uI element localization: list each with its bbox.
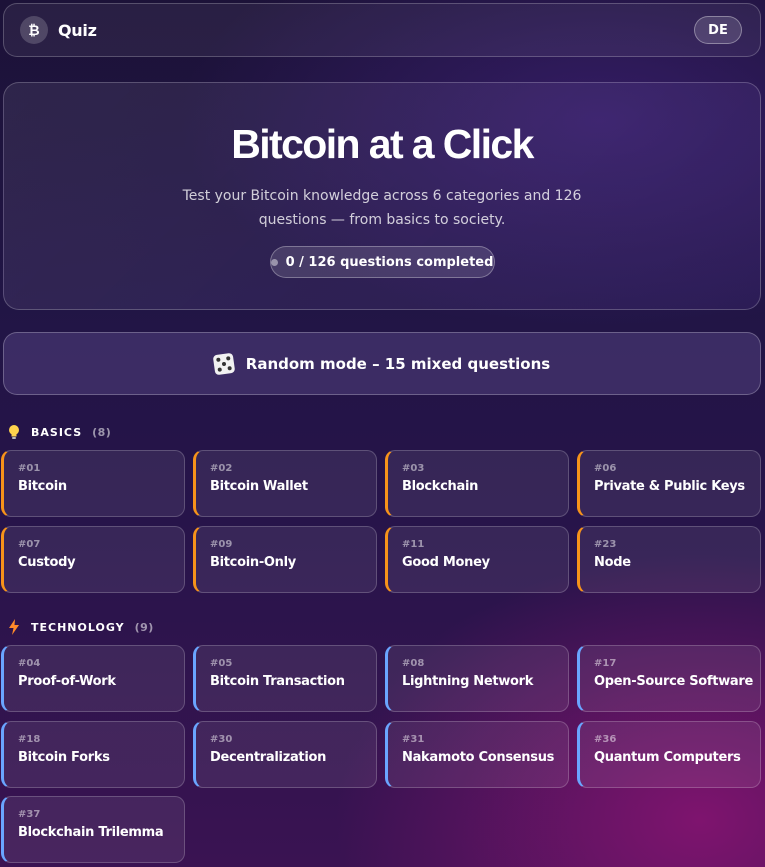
- topic-card[interactable]: #31 Nakamoto Consensus: [385, 721, 569, 788]
- topic-card[interactable]: #30 Decentralization: [193, 721, 377, 788]
- topic-number: #04: [18, 658, 41, 669]
- topic-number: #05: [210, 658, 233, 669]
- topic-card[interactable]: #02 Bitcoin Wallet: [193, 450, 377, 517]
- topic-card[interactable]: #17 Open-Source Software: [577, 645, 761, 712]
- topic-title: Blockchain: [402, 479, 479, 494]
- topic-number: #03: [402, 463, 425, 474]
- topic-card[interactable]: #37 Blockchain Trilemma: [1, 796, 185, 863]
- topic-card[interactable]: #01 Bitcoin: [1, 450, 185, 517]
- topic-title: Quantum Computers: [594, 750, 741, 765]
- topic-number: #37: [18, 809, 41, 820]
- topic-card[interactable]: #23 Node: [577, 526, 761, 593]
- topic-title: Lightning Network: [402, 674, 534, 689]
- progress-dot-icon: [270, 258, 278, 266]
- progress-text: 0 / 126 questions completed: [285, 254, 494, 270]
- random-mode-button[interactable]: Random mode – 15 mixed questions: [3, 332, 761, 395]
- language-toggle-button[interactable]: DE: [694, 16, 742, 44]
- topic-number: #06: [594, 463, 617, 474]
- topic-number: #30: [210, 734, 233, 745]
- topic-title: Nakamoto Consensus: [402, 750, 555, 765]
- category-count: (8): [92, 425, 112, 439]
- topic-card[interactable]: #03 Blockchain: [385, 450, 569, 517]
- topic-card[interactable]: #11 Good Money: [385, 526, 569, 593]
- topic-title: Blockchain Trilemma: [18, 825, 164, 840]
- topic-title: Private & Public Keys: [594, 479, 745, 494]
- topic-title: Decentralization: [210, 750, 327, 765]
- topic-number: #18: [18, 734, 41, 745]
- topic-title: Open-Source Software: [594, 674, 754, 689]
- topic-number: #07: [18, 539, 41, 550]
- category-header-technology: TECHNOLOGY (9): [7, 619, 154, 635]
- topic-number: #23: [594, 539, 617, 550]
- app-title: Quiz: [58, 20, 97, 40]
- topic-number: #36: [594, 734, 617, 745]
- topic-title: Bitcoin Forks: [18, 750, 110, 765]
- topic-title: Bitcoin Transaction: [210, 674, 345, 689]
- category-count: (9): [134, 620, 154, 634]
- top-bar: ₿ Quiz DE: [3, 3, 761, 57]
- topic-title: Custody: [18, 555, 76, 570]
- hero-subtitle: Test your Bitcoin knowledge across 6 cat…: [182, 188, 582, 228]
- topic-title: Node: [594, 555, 631, 570]
- topic-card[interactable]: #09 Bitcoin-Only: [193, 526, 377, 593]
- topic-number: #31: [402, 734, 425, 745]
- topic-number: #11: [402, 539, 425, 550]
- topic-card[interactable]: #05 Bitcoin Transaction: [193, 645, 377, 712]
- topic-card[interactable]: #04 Proof-of-Work: [1, 645, 185, 712]
- topic-number: #17: [594, 658, 617, 669]
- topic-card[interactable]: #06 Private & Public Keys: [577, 450, 761, 517]
- topic-title: Bitcoin: [18, 479, 67, 494]
- progress-badge: 0 / 126 questions completed: [269, 246, 495, 278]
- topic-title: Bitcoin Wallet: [210, 479, 308, 494]
- topic-card[interactable]: #08 Lightning Network: [385, 645, 569, 712]
- hero-section: Bitcoin at a Click Test your Bitcoin kno…: [3, 82, 761, 310]
- topic-card[interactable]: #07 Custody: [1, 526, 185, 593]
- category-name: TECHNOLOGY: [31, 620, 125, 634]
- topic-number: #08: [402, 658, 425, 669]
- topic-title: Bitcoin-Only: [210, 555, 296, 570]
- topic-card[interactable]: #18 Bitcoin Forks: [1, 721, 185, 788]
- bitcoin-logo-icon[interactable]: ₿: [20, 16, 48, 44]
- lightning-icon: [7, 619, 21, 635]
- topic-title: Proof-of-Work: [18, 674, 116, 689]
- lightbulb-icon: [7, 424, 21, 440]
- topic-number: #02: [210, 463, 233, 474]
- topic-title: Good Money: [402, 555, 490, 570]
- category-header-basics: BASICS (8): [7, 424, 111, 440]
- random-mode-label: Random mode – 15 mixed questions: [245, 354, 551, 373]
- topic-number: #01: [18, 463, 41, 474]
- category-name: BASICS: [31, 425, 83, 439]
- topic-card[interactable]: #36 Quantum Computers: [577, 721, 761, 788]
- topic-number: #09: [210, 539, 233, 550]
- hero-title: Bitcoin at a Click: [231, 121, 534, 167]
- dice-icon: [212, 352, 236, 375]
